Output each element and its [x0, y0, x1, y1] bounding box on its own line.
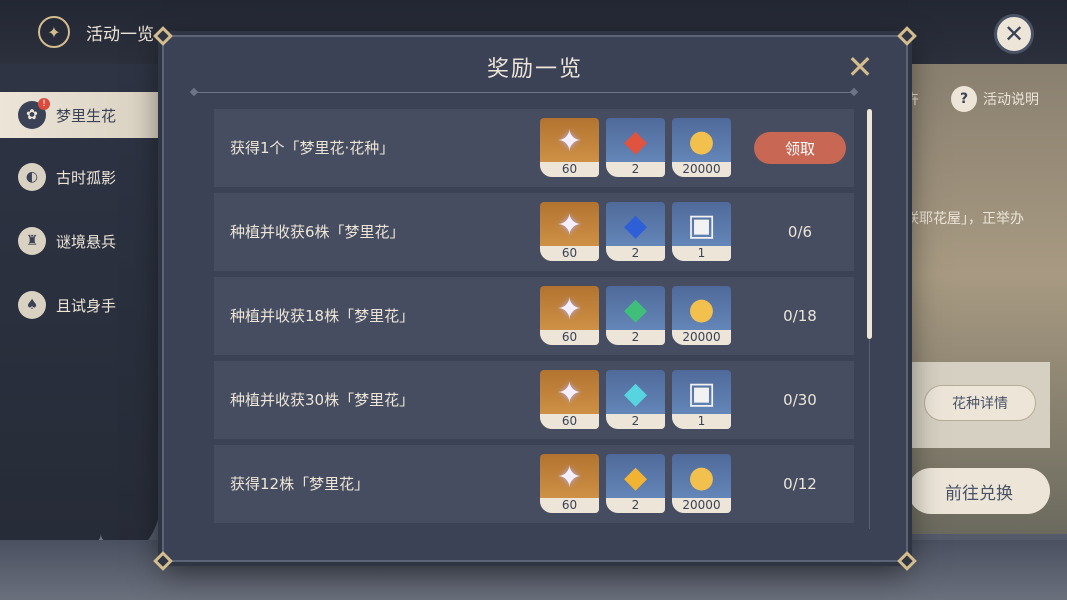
exchange-button[interactable]: 前往兑换 [908, 468, 1050, 514]
cards-icon: ♠ [18, 291, 46, 319]
gold-gem-reward[interactable]: ◆ 2 [606, 454, 665, 513]
progress-text: 0/18 [783, 307, 817, 325]
claim-button[interactable]: 领取 [754, 132, 846, 164]
gift-box-icon: ▣ [687, 208, 716, 243]
progress-text: 0/30 [783, 391, 817, 409]
notification-badge: ! [38, 98, 50, 110]
compass-icon: ✦ [38, 16, 70, 48]
gift-box-reward[interactable]: ▣ 1 [672, 370, 731, 429]
help-link[interactable]: 卉 ? 活动说明 [905, 86, 1039, 112]
task-label: 种植并收获18株「梦里花」 [230, 307, 415, 325]
close-icon[interactable]: ✕ [994, 14, 1034, 54]
reward-row: 获得1个「梦里花·花种」 ✦ 60 ◆ 2 ● 20000 领取 [214, 109, 854, 187]
primogem-icon: ✦ [556, 124, 583, 159]
primogem-icon: ✦ [556, 460, 583, 495]
sidebar-item-try-skill[interactable]: ♠ 且试身手 [0, 282, 160, 328]
reward-qty: 2 [606, 246, 665, 261]
primogem-reward[interactable]: ✦ 60 [540, 118, 599, 177]
gold-gem-icon: ◆ [623, 460, 648, 495]
page-title: 活动一览 [86, 25, 154, 45]
mora-icon: ● [688, 460, 715, 495]
green-gem-reward[interactable]: ◆ 2 [606, 286, 665, 345]
reward-qty: 2 [606, 414, 665, 429]
reward-items: ✦ 60 ◆ 2 ● 20000 [540, 286, 731, 345]
reward-qty: 60 [540, 414, 599, 429]
reward-row: 获得12株「梦里花」 ✦ 60 ◆ 2 ● 20000 0/12 [214, 445, 854, 523]
reward-qty: 2 [606, 330, 665, 345]
reward-row: 种植并收获6株「梦里花」 ✦ 60 ◆ 2 ▣ 1 0/6 [214, 193, 854, 271]
reward-list[interactable]: 获得1个「梦里花·花种」 ✦ 60 ◆ 2 ● 20000 领取 种植并收获6株… [214, 109, 854, 527]
reward-qty: 60 [540, 498, 599, 513]
sidebar-item-puzzle-soldier[interactable]: ♜ 谜境悬兵 [0, 218, 160, 264]
task-label: 获得1个「梦里花·花种」 [230, 139, 395, 157]
sidebar-item-label: 谜境悬兵 [56, 232, 117, 251]
gift-box-reward[interactable]: ▣ 1 [672, 202, 731, 261]
blue-gem-icon: ◆ [623, 208, 648, 243]
close-icon[interactable]: ✕ [844, 51, 876, 83]
blue-gem-reward[interactable]: ◆ 2 [606, 202, 665, 261]
sidebar-item-label: 古时孤影 [56, 168, 117, 187]
task-label: 种植并收获30株「梦里花」 [230, 391, 415, 409]
sidebar-item-ancient-shadow[interactable]: ◐ 古时孤影 [0, 154, 160, 200]
reward-qty: 20000 [672, 498, 731, 513]
primogem-icon: ✦ [556, 376, 583, 411]
primogem-reward[interactable]: ✦ 60 [540, 370, 599, 429]
primogem-icon: ✦ [556, 292, 583, 327]
sidebar: ✿ ! 梦里生花 ◐ 古时孤影 ♜ 谜境悬兵 ♠ 且试身手 [0, 64, 160, 564]
mora-reward[interactable]: ● 20000 [672, 454, 731, 513]
mora-reward[interactable]: ● 20000 [672, 118, 731, 177]
reward-items: ✦ 60 ◆ 2 ▣ 1 [540, 202, 731, 261]
reward-qty: 2 [606, 498, 665, 513]
modal-title: 奖励一览 [486, 57, 583, 82]
reward-qty: 60 [540, 162, 599, 177]
gift-box-icon: ▣ [687, 376, 716, 411]
red-gem-reward[interactable]: ◆ 2 [606, 118, 665, 177]
task-label: 获得12株「梦里花」 [230, 475, 370, 493]
shadow-icon: ◐ [18, 163, 46, 191]
seed-details-button[interactable]: 花种详情 [924, 385, 1036, 421]
sidebar-item-dream-flower[interactable]: ✿ ! 梦里生花 [0, 92, 160, 138]
red-gem-icon: ◆ [623, 124, 648, 159]
reward-qty: 2 [606, 162, 665, 177]
task-label: 种植并收获6株「梦里花」 [230, 223, 405, 241]
reward-items: ✦ 60 ◆ 2 ● 20000 [540, 118, 731, 177]
reward-qty: 20000 [672, 330, 731, 345]
reward-row: 种植并收获18株「梦里花」 ✦ 60 ◆ 2 ● 20000 0/18 [214, 277, 854, 355]
question-icon: ? [951, 86, 977, 112]
reward-qty: 60 [540, 246, 599, 261]
primogem-reward[interactable]: ✦ 60 [540, 286, 599, 345]
reward-qty: 1 [672, 246, 731, 261]
progress-text: 0/12 [783, 475, 817, 493]
puzzle-helmet-icon: ♜ [18, 227, 46, 255]
divider [194, 92, 854, 93]
primogem-icon: ✦ [556, 208, 583, 243]
background-scene [905, 64, 1067, 534]
primogem-reward[interactable]: ✦ 60 [540, 454, 599, 513]
reward-row: 种植并收获30株「梦里花」 ✦ 60 ◆ 2 ▣ 1 0/30 [214, 361, 854, 439]
reward-items: ✦ 60 ◆ 2 ▣ 1 [540, 370, 731, 429]
progress-text: 0/6 [787, 223, 813, 241]
rewards-modal: 奖励一览 ✕ 获得1个「梦里花·花种」 ✦ 60 ◆ 2 ● 20000 领取 [153, 26, 917, 571]
mora-icon: ● [688, 292, 715, 327]
event-description: 咲耶花屋」，正举办 [905, 211, 1024, 227]
primogem-reward[interactable]: ✦ 60 [540, 202, 599, 261]
green-gem-icon: ◆ [623, 292, 648, 327]
reward-items: ✦ 60 ◆ 2 ● 20000 [540, 454, 731, 513]
cyan-gem-icon: ◆ [623, 376, 648, 411]
sidebar-item-label: 且试身手 [56, 296, 117, 315]
scrollbar[interactable] [867, 109, 872, 339]
reward-qty: 20000 [672, 162, 731, 177]
cyan-gem-reward[interactable]: ◆ 2 [606, 370, 665, 429]
mora-icon: ● [688, 124, 715, 159]
mora-reward[interactable]: ● 20000 [672, 286, 731, 345]
help-label: 活动说明 [983, 92, 1039, 108]
reward-qty: 60 [540, 330, 599, 345]
reward-qty: 1 [672, 414, 731, 429]
sidebar-item-label: 梦里生花 [56, 106, 117, 125]
